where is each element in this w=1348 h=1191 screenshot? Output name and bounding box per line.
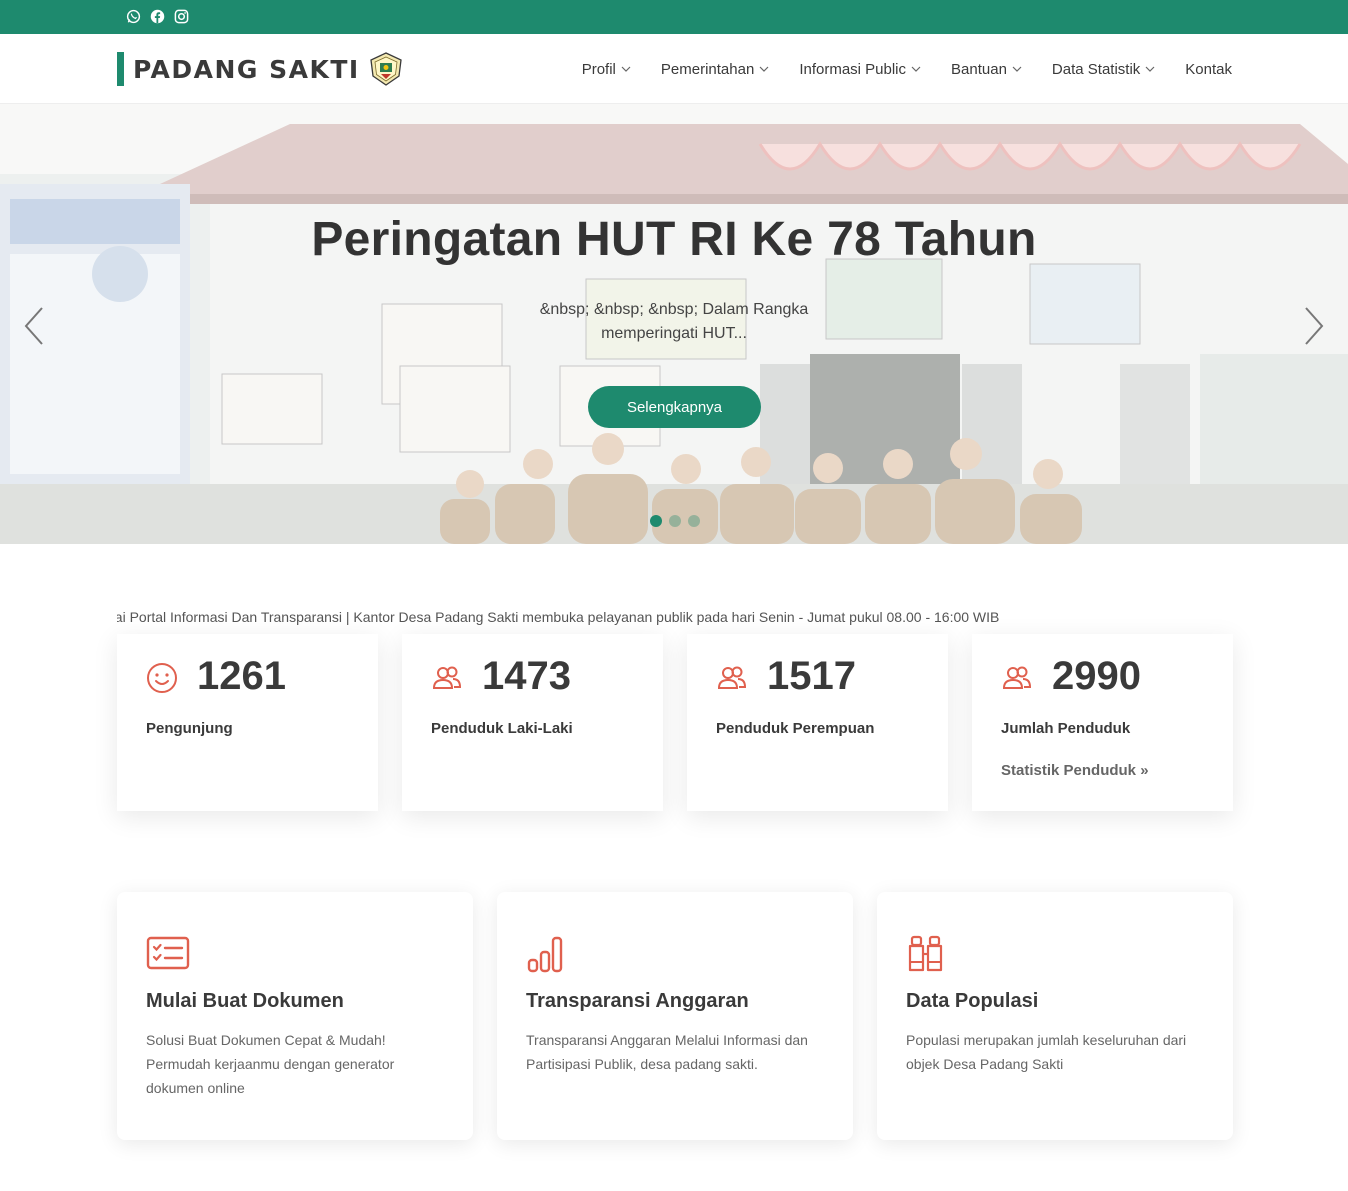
- smile-icon: [146, 662, 178, 694]
- stat-label: Penduduk Laki-Laki: [431, 720, 573, 737]
- nav-label: Pemerintahan: [660, 60, 755, 78]
- slider-dot-1[interactable]: [650, 515, 662, 527]
- hero-title: Peringatan HUT RI Ke 78 Tahun: [311, 213, 1037, 266]
- read-more-button[interactable]: Selengkapnya: [588, 386, 761, 428]
- main-navigation: Profil Pemerintahan Informasi Public Ban…: [552, 34, 1232, 104]
- users-icon: [431, 662, 463, 694]
- stat-label: Jumlah Penduduk: [1001, 720, 1131, 737]
- nav-informasi-public[interactable]: Informasi Public: [799, 61, 921, 78]
- chevron-down-icon: [1145, 66, 1155, 72]
- stat-value: 1473: [482, 654, 571, 698]
- chevron-down-icon: [759, 66, 769, 72]
- brand-accent-bar: [117, 52, 124, 86]
- nav-label: Informasi Public: [799, 60, 907, 78]
- feature-description: Transparansi Anggaran Melalui Informasi …: [526, 1032, 808, 1072]
- feature-title: Data Populasi: [906, 990, 1039, 1012]
- feature-title: Mulai Buat Dokumen: [146, 990, 344, 1012]
- bar-chart-icon: [526, 934, 570, 974]
- slider-next-arrow-icon[interactable]: [1302, 306, 1326, 346]
- feature-card-budget-transparency[interactable]: Transparansi Anggaran Transparansi Angga…: [497, 892, 853, 1140]
- nav-label: Bantuan: [951, 60, 1007, 78]
- stat-label: Penduduk Perempuan: [716, 720, 875, 737]
- stat-card-visitors: 1261 Pengunjung: [117, 634, 378, 811]
- slider-dot-3[interactable]: [688, 515, 700, 527]
- binoculars-icon: [906, 934, 950, 974]
- instagram-icon[interactable]: [174, 9, 189, 24]
- feature-card-population-data[interactable]: Data Populasi Populasi merupakan jumlah …: [877, 892, 1233, 1140]
- brand-logo[interactable]: PADANG SAKTI: [117, 52, 404, 86]
- facebook-icon[interactable]: [150, 9, 165, 24]
- brand-name: PADANG SAKTI: [133, 54, 360, 84]
- feature-title: Transparansi Anggaran: [526, 990, 749, 1012]
- nav-label: Profil: [581, 60, 616, 78]
- users-icon: [716, 662, 748, 694]
- slider-dots: [650, 515, 700, 527]
- stat-card-total-population: 2990 Jumlah Penduduk Statistik Penduduk …: [972, 634, 1233, 811]
- emblem-icon: [368, 52, 404, 86]
- stat-value: 2990: [1052, 654, 1141, 698]
- nav-bantuan[interactable]: Bantuan: [951, 61, 1022, 78]
- nav-data-statistik[interactable]: Data Statistik: [1052, 61, 1155, 78]
- announcement-ticker: gai Portal Informasi Dan Transparansi | …: [117, 606, 1231, 628]
- stat-card-female-population: 1517 Penduduk Perempuan: [687, 634, 948, 811]
- users-icon: [1001, 662, 1033, 694]
- ticker-text: gai Portal Informasi Dan Transparansi | …: [117, 609, 1000, 625]
- checklist-icon: [146, 934, 190, 974]
- stat-value: 1261: [197, 654, 286, 698]
- top-bar: [0, 0, 1348, 34]
- stat-card-male-population: 1473 Penduduk Laki-Laki: [402, 634, 663, 811]
- whatsapp-icon[interactable]: [126, 9, 141, 24]
- hero-excerpt: &nbsp; &nbsp; &nbsp; Dalam Rangka memper…: [539, 301, 809, 342]
- nav-profil[interactable]: Profil: [582, 61, 631, 78]
- chevron-down-icon: [911, 66, 921, 72]
- nav-kontak[interactable]: Kontak: [1185, 61, 1232, 78]
- social-links: [126, 9, 189, 24]
- hero-slider: Peringatan HUT RI Ke 78 Tahun &nbsp; &nb…: [0, 104, 1348, 544]
- population-statistics-link[interactable]: Statistik Penduduk »: [1001, 762, 1149, 779]
- nav-label: Kontak: [1185, 60, 1232, 78]
- feature-description: Solusi Buat Dokumen Cepat & Mudah! Permu…: [146, 1032, 395, 1096]
- chevron-down-icon: [1012, 66, 1022, 72]
- chevron-down-icon: [621, 66, 631, 72]
- slider-prev-arrow-icon[interactable]: [22, 306, 46, 346]
- feature-card-documents[interactable]: Mulai Buat Dokumen Solusi Buat Dokumen C…: [117, 892, 473, 1140]
- slider-dot-2[interactable]: [669, 515, 681, 527]
- nav-pemerintahan[interactable]: Pemerintahan: [661, 61, 769, 78]
- site-header: PADANG SAKTI Profil Pemerintahan Informa…: [0, 34, 1348, 104]
- stat-value: 1517: [767, 654, 856, 698]
- feature-description: Populasi merupakan jumlah keseluruhan da…: [906, 1032, 1187, 1072]
- stat-label: Pengunjung: [146, 720, 233, 737]
- nav-label: Data Statistik: [1051, 60, 1141, 78]
